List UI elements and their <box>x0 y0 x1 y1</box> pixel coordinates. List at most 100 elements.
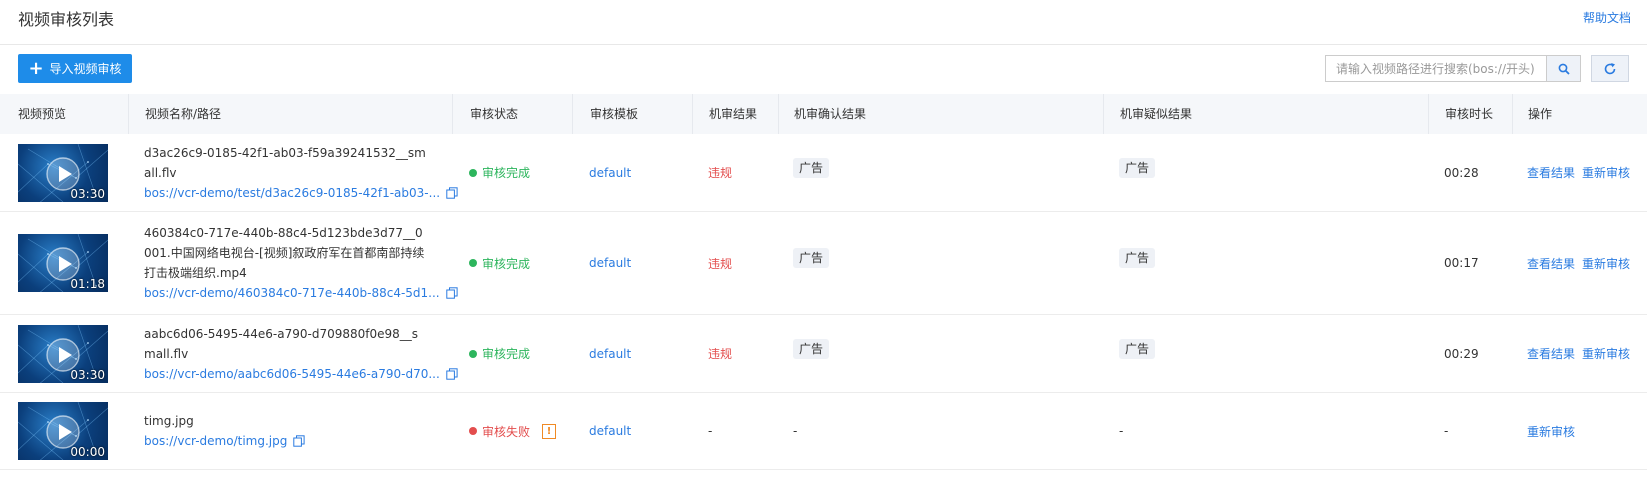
status-dot <box>469 427 477 435</box>
page-title: 视频审核列表 <box>18 10 115 29</box>
actions-cell: 查看结果 重新审核 <box>1527 315 1630 392</box>
suspected-result-cell: 广告 <box>1119 202 1156 314</box>
template-cell: default <box>589 393 631 469</box>
warning-icon[interactable]: ! <box>542 423 557 439</box>
copy-icon[interactable] <box>446 186 458 199</box>
suspected-result: - <box>1119 424 1124 438</box>
video-path-text[interactable]: bos://vcr-demo/timg.jpg <box>144 431 287 451</box>
row-actions: 重新审核 <box>1527 423 1575 440</box>
suspected-result-cell: - <box>1119 393 1123 469</box>
view-result-link[interactable]: 查看结果 <box>1527 345 1575 362</box>
status-text: 审核失败 <box>482 424 531 439</box>
suspected-result: 广告 <box>1119 338 1156 359</box>
machine-result: - <box>708 424 713 438</box>
video-name: timg.jpg <box>144 414 194 428</box>
view-result-link[interactable]: 查看结果 <box>1527 164 1575 181</box>
page-header: 视频审核列表 帮助文档 <box>0 0 1647 45</box>
video-duration: 00:00 <box>70 445 105 459</box>
video-path[interactable]: bos://vcr-demo/timg.jpg <box>144 431 426 451</box>
re-review-link[interactable]: 重新审核 <box>1582 255 1630 272</box>
video-duration: 03:30 <box>70 187 105 201</box>
plus-icon: + <box>28 57 44 79</box>
template-link[interactable]: default <box>589 424 631 438</box>
video-path-text[interactable]: bos://vcr-demo/460384c0-717e-440b-88c4-5… <box>144 283 440 303</box>
confirmed-result: 广告 <box>793 338 830 359</box>
search-input[interactable] <box>1325 55 1546 82</box>
col-actions: 操作 <box>1512 94 1552 134</box>
review-time-cell: 00:29 <box>1444 315 1479 392</box>
video-path[interactable]: bos://vcr-demo/aabc6d06-5495-44e6-a790-d… <box>144 364 458 384</box>
col-preview: 视频预览 <box>18 107 67 121</box>
status-dot <box>469 259 477 267</box>
video-path[interactable]: bos://vcr-demo/460384c0-717e-440b-88c4-5… <box>144 283 458 303</box>
video-thumbnail[interactable]: 00:00 <box>18 402 108 460</box>
suspected-result-cell: 广告 <box>1119 305 1156 392</box>
video-name: d3ac26c9-0185-42f1-ab03-f59a39241532__sm… <box>144 145 426 180</box>
confirmed-result-cell: 广告 <box>793 305 830 392</box>
video-duration: 03:30 <box>70 368 105 382</box>
re-review-link[interactable]: 重新审核 <box>1582 345 1630 362</box>
template-cell: default <box>589 315 631 392</box>
row-actions: 查看结果 重新审核 <box>1527 255 1630 272</box>
status-text: 审核完成 <box>482 347 531 361</box>
video-path-text[interactable]: bos://vcr-demo/test/d3ac26c9-0185-42f1-a… <box>144 183 440 203</box>
col-machine-result: 机审结果 <box>692 94 757 134</box>
template-link[interactable]: default <box>589 347 631 361</box>
re-review-link[interactable]: 重新审核 <box>1527 423 1575 440</box>
video-thumbnail[interactable]: 03:30 <box>18 325 108 383</box>
confirmed-result: 广告 <box>793 248 830 268</box>
help-doc-link[interactable]: 帮助文档 <box>1583 9 1631 26</box>
confirmed-result-cell: 广告 <box>793 124 830 211</box>
import-button-label: 导入视频审核 <box>49 62 122 76</box>
video-duration: 01:18 <box>70 277 105 291</box>
suspected-result: 广告 <box>1119 248 1156 268</box>
table-row: 03:30 审核完成 default 违规 广告 广告 00:29 查看结果 重新… <box>0 315 1647 393</box>
machine-result-cell: 违规 <box>708 212 732 314</box>
machine-result: 违规 <box>708 347 733 361</box>
confirmed-result-cell: - <box>793 393 797 469</box>
video-name: 460384c0-717e-440b-88c4-5d123bde3d77__00… <box>144 226 425 280</box>
table-row: 00:00 审核失败 ! default - - - - 重新审核 timg.j… <box>0 393 1647 470</box>
view-result-link[interactable]: 查看结果 <box>1527 255 1575 272</box>
video-name-path: aabc6d06-5495-44e6-a790-d709880f0e98__sm… <box>144 315 458 392</box>
status-cell: 审核完成 <box>469 134 530 211</box>
status-badge: 审核完成 <box>469 255 530 272</box>
status-text: 审核完成 <box>482 256 531 271</box>
video-thumbnail[interactable]: 01:18 <box>18 234 108 292</box>
refresh-button[interactable] <box>1591 55 1629 82</box>
machine-result-cell: 违规 <box>708 315 732 392</box>
video-thumbnail[interactable]: 03:30 <box>18 144 108 202</box>
table-row: 03:30 审核完成 default 违规 广告 广告 00:28 查看结果 重新… <box>0 134 1647 212</box>
row-actions: 查看结果 重新审核 <box>1527 164 1630 181</box>
template-link[interactable]: default <box>589 166 631 180</box>
table-row: 01:18 审核完成 default 违规 广告 广告 00:17 查看结果 重新… <box>0 212 1647 315</box>
template-link[interactable]: default <box>589 256 631 270</box>
actions-cell: 查看结果 重新审核 <box>1527 212 1630 314</box>
confirmed-result: 广告 <box>793 157 830 178</box>
copy-icon[interactable] <box>446 367 458 380</box>
copy-icon[interactable] <box>293 435 305 447</box>
review-time: - <box>1444 424 1449 438</box>
col-template: 审核模板 <box>572 94 638 134</box>
actions-cell: 查看结果 重新审核 <box>1527 134 1630 211</box>
template-cell: default <box>589 212 631 314</box>
machine-result-cell: - <box>708 393 712 469</box>
import-video-review-button[interactable]: + 导入视频审核 <box>18 54 132 83</box>
video-name: aabc6d06-5495-44e6-a790-d709880f0e98__sm… <box>144 326 419 361</box>
status-cell: 审核完成 <box>469 212 530 314</box>
review-time-cell: - <box>1444 393 1448 469</box>
refresh-icon <box>1604 62 1616 74</box>
video-name-path: d3ac26c9-0185-42f1-ab03-f59a39241532__sm… <box>144 134 458 211</box>
video-path-text[interactable]: bos://vcr-demo/aabc6d06-5495-44e6-a790-d… <box>144 364 440 384</box>
status-badge: 审核完成 <box>469 345 530 362</box>
copy-icon[interactable] <box>445 287 458 299</box>
review-time: 00:29 <box>1444 346 1479 361</box>
actions-cell: 重新审核 <box>1527 393 1575 469</box>
video-path[interactable]: bos://vcr-demo/test/d3ac26c9-0185-42f1-a… <box>144 183 458 203</box>
confirmed-result: - <box>793 424 798 438</box>
re-review-link[interactable]: 重新审核 <box>1582 164 1630 181</box>
video-name-path: timg.jpg bos://vcr-demo/timg.jpg <box>144 393 426 469</box>
video-name-path: 460384c0-717e-440b-88c4-5d123bde3d77__00… <box>144 212 458 314</box>
search-button[interactable] <box>1546 55 1581 82</box>
review-time-cell: 00:17 <box>1444 212 1479 314</box>
